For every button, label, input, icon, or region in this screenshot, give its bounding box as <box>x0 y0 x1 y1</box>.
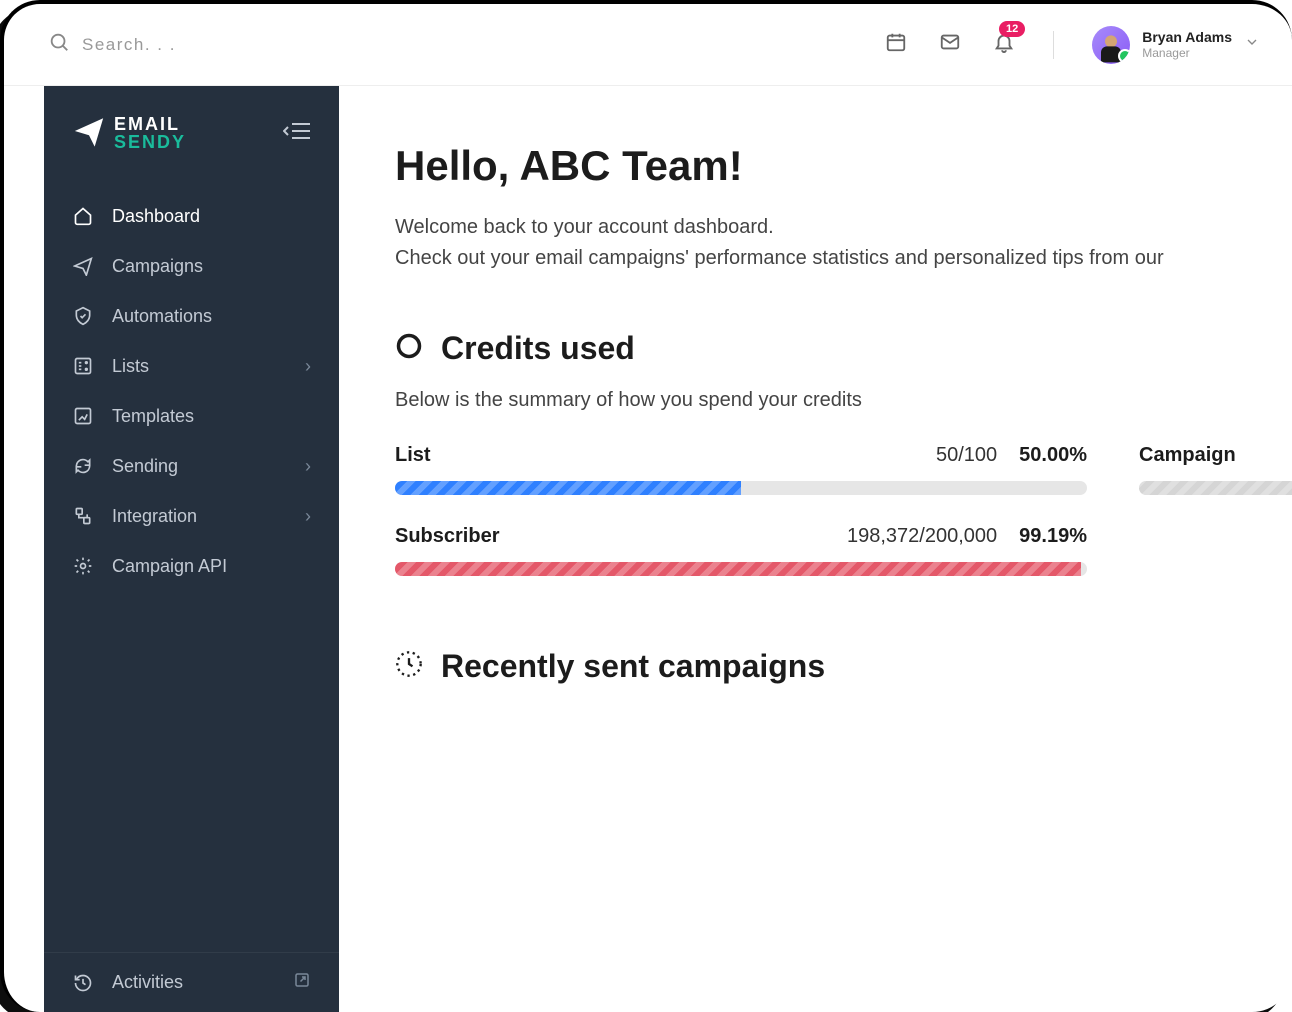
credits-heading: Credits used <box>395 330 1292 367</box>
sidebar-item-label: Automations <box>112 306 311 327</box>
send-icon <box>72 255 94 277</box>
sidebar-item-label: Campaigns <box>112 256 311 277</box>
shield-check-icon <box>72 305 94 327</box>
progress-fill-subscriber <box>395 562 1081 576</box>
sidebar-item-label: Campaign API <box>112 556 311 577</box>
credit-numbers-subscriber: 198,372/200,000 <box>847 525 997 548</box>
topbar: 12 Bryan Adams Manager <box>4 4 1292 86</box>
chevron-right-icon: › <box>305 456 311 477</box>
main: Hello, ABC Team! Welcome back to your ac… <box>339 86 1292 1012</box>
search-icon <box>48 31 70 58</box>
welcome-text: Welcome back to your account dashboard. … <box>395 212 1292 274</box>
sidebar-item-label: Sending <box>112 456 287 477</box>
mail-icon[interactable] <box>939 31 961 58</box>
search[interactable] <box>48 31 885 58</box>
bell-icon[interactable]: 12 <box>993 31 1015 58</box>
gear-icon <box>72 555 94 577</box>
recent-heading: Recently sent campaigns <box>395 648 1292 685</box>
sidebar-item-label: Templates <box>112 406 311 427</box>
refresh-icon <box>72 455 94 477</box>
sidebar: EMAIL SENDY Dashboard Campaigns <box>44 86 339 1012</box>
progress-subscriber <box>395 562 1087 576</box>
donut-icon <box>395 332 423 365</box>
logo-text-1: EMAIL <box>114 116 186 133</box>
page-title: Hello, ABC Team! <box>395 142 1292 190</box>
collapse-sidebar-button[interactable] <box>283 120 311 147</box>
credit-pct-subscriber: 99.19% <box>1019 525 1087 548</box>
credit-label-campaign: Campaign <box>1139 444 1292 467</box>
sidebar-item-sending[interactable]: Sending › <box>44 441 339 491</box>
credit-pct-list: 50.00% <box>1019 444 1087 467</box>
sidebar-footer: Activities <box>44 952 339 1012</box>
logo-text-2: SENDY <box>114 134 186 151</box>
chevron-down-icon <box>1244 34 1260 55</box>
profile-text: Bryan Adams Manager <box>1142 29 1232 60</box>
template-icon <box>72 405 94 427</box>
avatar <box>1092 26 1130 64</box>
chevron-right-icon: › <box>305 356 311 377</box>
recent-title: Recently sent campaigns <box>441 648 825 685</box>
progress-fill-list <box>395 481 741 495</box>
profile-role: Manager <box>1142 46 1232 60</box>
credits-title: Credits used <box>441 330 635 367</box>
sidebar-item-campaigns[interactable]: Campaigns <box>44 241 339 291</box>
clock-dotted-icon <box>395 650 423 683</box>
credit-label-list: List <box>395 444 936 467</box>
external-link-icon <box>293 971 311 994</box>
sidebar-item-integration[interactable]: Integration › <box>44 491 339 541</box>
sidebar-item-automations[interactable]: Automations <box>44 291 339 341</box>
list-icon <box>72 355 94 377</box>
sidebar-item-label: Dashboard <box>112 206 311 227</box>
plug-icon <box>72 505 94 527</box>
sidebar-item-label: Lists <box>112 356 287 377</box>
sidebar-item-label: Integration <box>112 506 287 527</box>
sidebar-item-templates[interactable]: Templates <box>44 391 339 441</box>
credits-subtitle: Below is the summary of how you spend yo… <box>395 389 1292 412</box>
home-icon <box>72 205 94 227</box>
profile-name: Bryan Adams <box>1142 29 1232 46</box>
sidebar-item-campaign-api[interactable]: Campaign API <box>44 541 339 591</box>
history-icon <box>72 972 94 994</box>
credit-numbers-list: 50/100 <box>936 444 997 467</box>
profile-menu[interactable]: Bryan Adams Manager <box>1092 26 1260 64</box>
topbar-actions: 12 Bryan Adams Manager <box>885 26 1260 64</box>
divider <box>1053 31 1054 59</box>
search-input[interactable] <box>82 35 382 55</box>
sidebar-item-dashboard[interactable]: Dashboard <box>44 191 339 241</box>
sidebar-header: EMAIL SENDY <box>44 96 339 181</box>
sidebar-item-lists[interactable]: Lists › <box>44 341 339 391</box>
progress-list <box>395 481 1087 495</box>
progress-fill-campaign <box>1139 481 1292 495</box>
calendar-icon[interactable] <box>885 31 907 58</box>
notification-badge: 12 <box>999 21 1025 37</box>
progress-campaign <box>1139 481 1292 495</box>
nav: Dashboard Campaigns Automations Lists › <box>44 181 339 601</box>
sidebar-item-activities[interactable]: Activities <box>44 953 339 1012</box>
paper-plane-icon <box>72 114 106 153</box>
credits-row: List 50/100 50.00% Subscriber 198,372/20… <box>395 444 1292 606</box>
chevron-right-icon: › <box>305 506 311 527</box>
logo[interactable]: EMAIL SENDY <box>72 114 186 153</box>
credit-label-subscriber: Subscriber <box>395 525 847 548</box>
sidebar-item-label: Activities <box>112 972 275 993</box>
